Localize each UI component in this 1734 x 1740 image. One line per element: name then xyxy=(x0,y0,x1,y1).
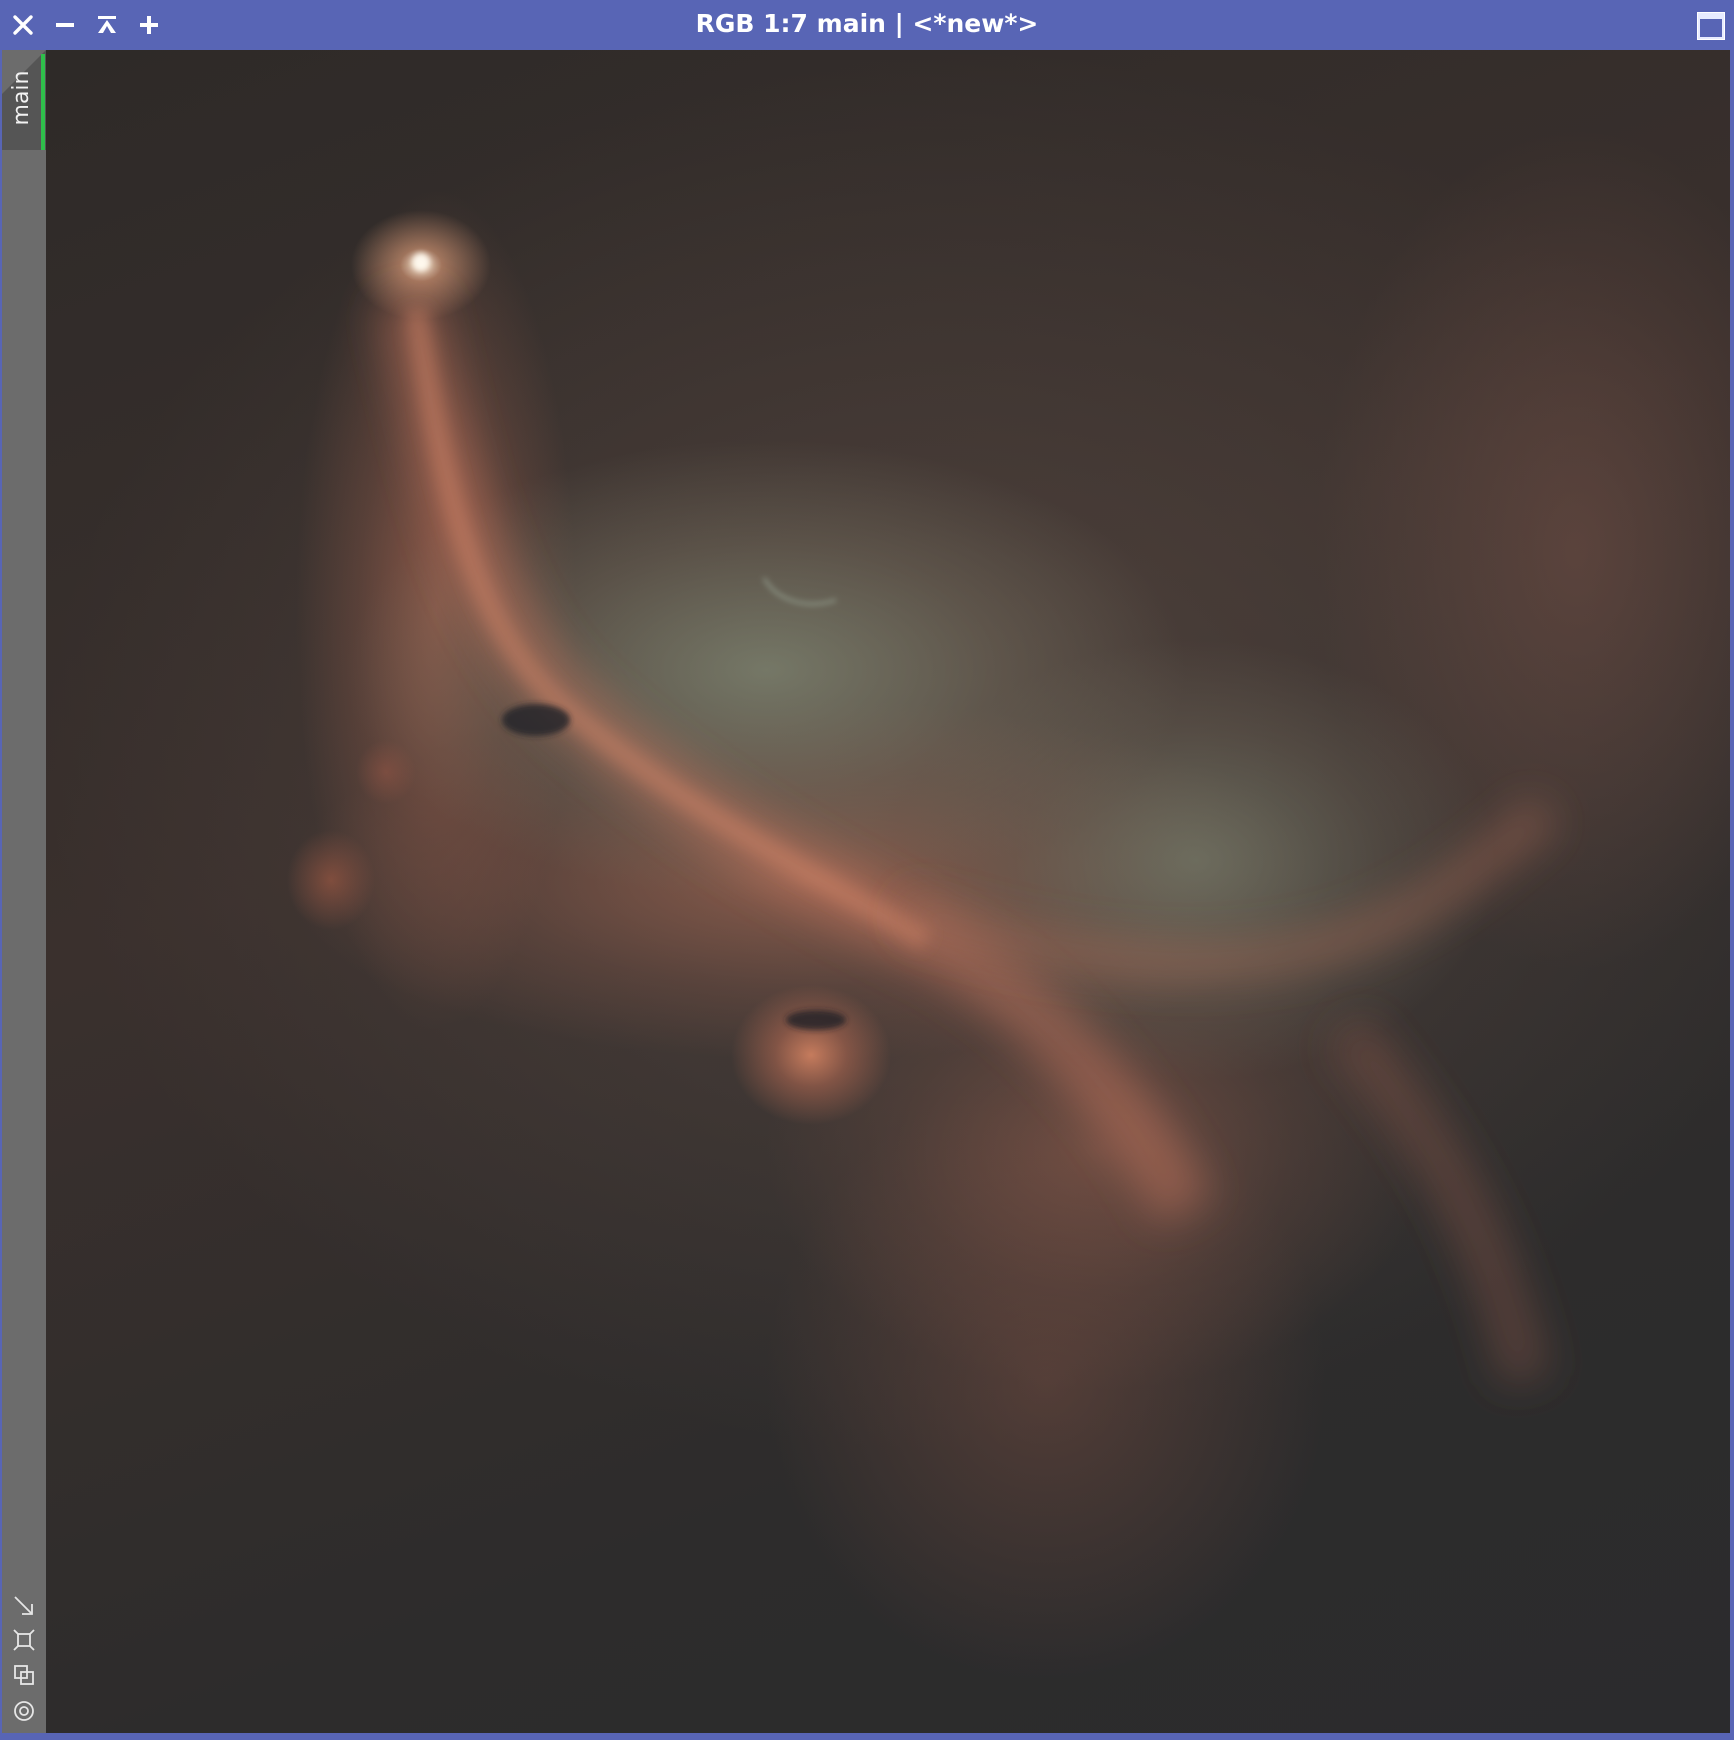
minimize-button[interactable] xyxy=(47,7,83,43)
shade-button[interactable] xyxy=(89,7,125,43)
close-icon xyxy=(13,15,33,35)
maximize-button[interactable] xyxy=(131,7,167,43)
clone-view-button[interactable] xyxy=(10,1661,38,1689)
plus-icon xyxy=(140,16,158,34)
tab-accent-bar xyxy=(41,54,45,150)
side-panel: main xyxy=(2,50,46,1733)
diagonal-arrow-icon xyxy=(14,1596,33,1615)
window-icon xyxy=(1697,12,1725,40)
nebula-image[interactable] xyxy=(46,50,1730,1733)
window-bottom-border[interactable] xyxy=(0,1733,1734,1740)
restore-button[interactable] xyxy=(1694,9,1728,43)
target-icon xyxy=(14,1701,34,1721)
view-tab-main[interactable]: main xyxy=(2,50,46,150)
clone-icon xyxy=(14,1665,34,1685)
shade-icon xyxy=(98,16,116,33)
fit-view-icon xyxy=(13,1629,35,1651)
image-window: RGB 1:7 main | <*new*> main xyxy=(0,0,1734,1740)
fit-view-button[interactable] xyxy=(10,1626,38,1654)
view-tab-label: main xyxy=(9,70,34,126)
minimize-icon xyxy=(56,23,74,27)
target-button[interactable] xyxy=(10,1697,38,1725)
resize-tool-button[interactable] xyxy=(10,1592,38,1620)
window-title: RGB 1:7 main | <*new*> xyxy=(695,9,1039,38)
nebula-details xyxy=(376,253,1560,1386)
title-bar[interactable]: RGB 1:7 main | <*new*> xyxy=(0,0,1734,50)
close-button[interactable] xyxy=(5,7,41,43)
